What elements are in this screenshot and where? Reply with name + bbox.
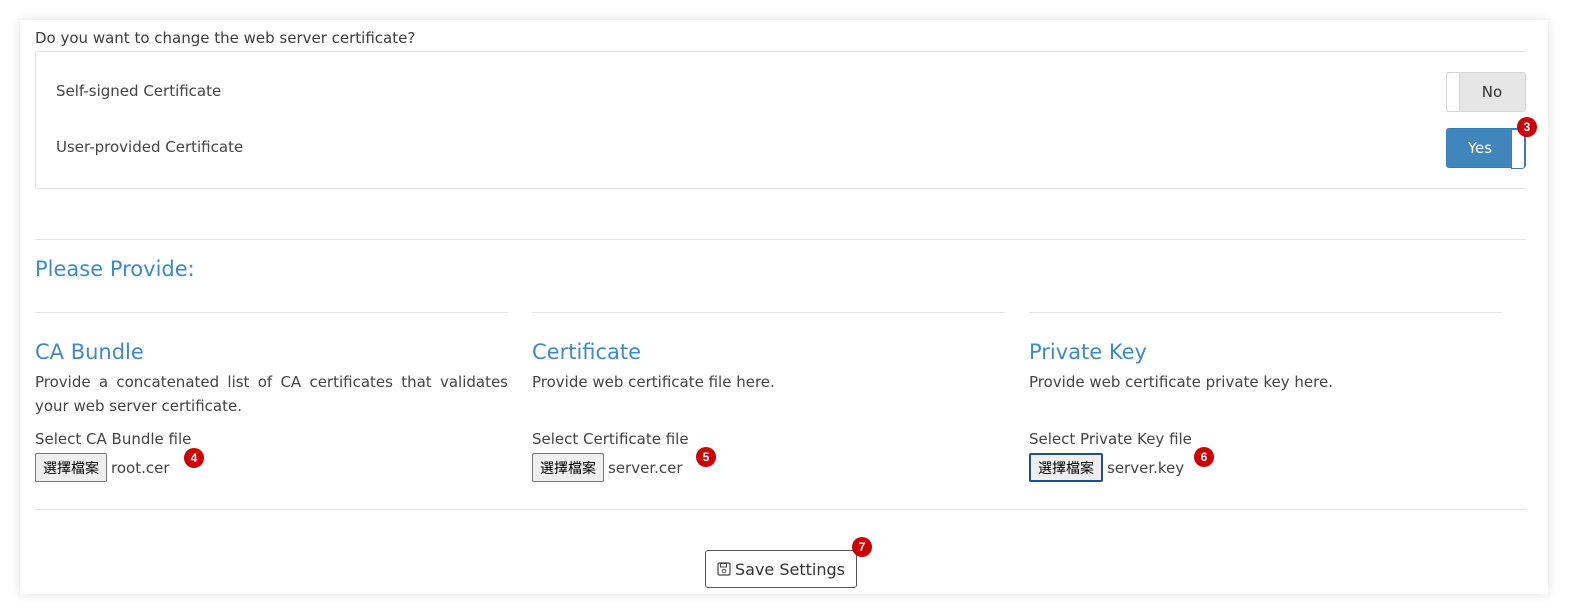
save-settings-label: Save Settings [735,559,845,579]
save-settings-button[interactable]: Save Settings [705,550,857,588]
user-provided-toggle-text: Yes [1467,139,1493,157]
step-badge: 6 [1194,447,1214,467]
ca-bundle-column: CA Bundle Provide a concatenated list of… [35,312,508,512]
step-badge: 7 [852,537,872,557]
section-title: Please Provide: [35,257,195,281]
certificate-file-input: 選擇檔案 server.cer [532,453,683,482]
certificate-settings-card: Do you want to change the web server cer… [20,20,1548,594]
column-divider [532,312,1005,313]
divider [35,239,1526,240]
certificate-title: Certificate [532,340,642,364]
private-key-title: Private Key [1029,340,1147,364]
divider [35,509,1526,510]
user-provided-toggle[interactable]: Yes [1446,128,1526,169]
certificate-description: Provide web certificate file here. [532,373,775,391]
ca-bundle-choose-file-button[interactable]: 選擇檔案 [35,453,107,482]
private-key-choose-file-button[interactable]: 選擇檔案 [1029,453,1103,482]
private-key-select-label: Select Private Key file [1029,430,1192,448]
private-key-description: Provide web certificate private key here… [1029,373,1333,391]
step-badge: 3 [1517,117,1537,137]
step-badge: 5 [696,447,716,467]
private-key-file-name: server.key [1107,458,1185,477]
certificate-question: Do you want to change the web server cer… [35,29,416,47]
certificate-select-label: Select Certificate file [532,430,689,448]
certificate-choose-file-button[interactable]: 選擇檔案 [532,453,604,482]
floppy-disk-icon [717,562,731,576]
certificate-file-name: server.cer [608,458,683,477]
self-signed-label: Self-signed Certificate [56,82,222,100]
ca-bundle-file-input: 選擇檔案 root.cer [35,453,169,482]
certificate-type-options: Self-signed Certificate No User-provided… [35,51,1526,189]
private-key-column: Private Key Provide web certificate priv… [1029,312,1502,512]
self-signed-toggle[interactable]: No [1446,72,1526,112]
ca-bundle-select-label: Select CA Bundle file [35,430,192,448]
user-provided-label: User-provided Certificate [56,138,244,156]
certificate-column: Certificate Provide web certificate file… [532,312,1005,512]
ca-bundle-file-name: root.cer [111,458,170,477]
column-divider [1029,312,1502,313]
ca-bundle-description: Provide a concatenated list of CA certif… [35,373,508,415]
private-key-file-input: 選擇檔案 server.key [1029,453,1184,482]
step-badge: 4 [184,448,204,468]
self-signed-toggle-text: No [1481,83,1503,101]
column-divider [35,312,508,313]
ca-bundle-title: CA Bundle [35,340,144,364]
